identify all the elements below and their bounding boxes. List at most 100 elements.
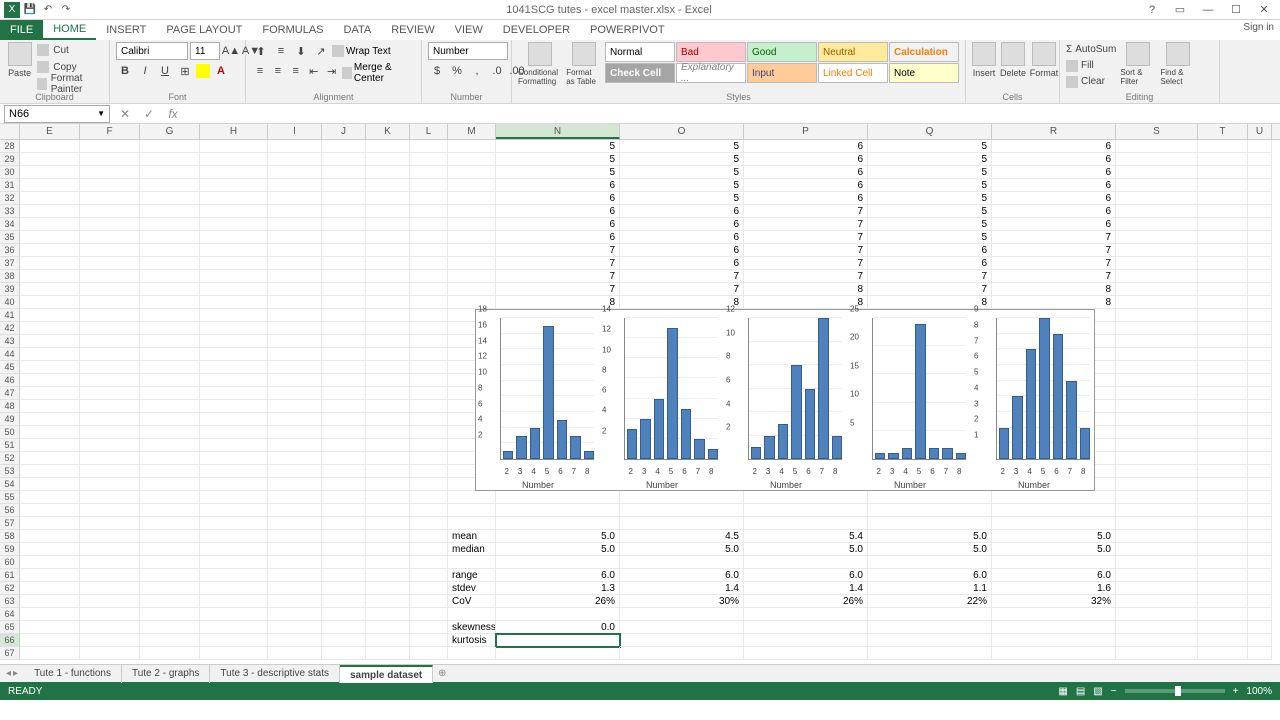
cell[interactable] — [20, 335, 80, 348]
cell[interactable] — [322, 283, 366, 296]
cell[interactable] — [140, 426, 200, 439]
cell[interactable] — [410, 491, 448, 504]
cell-styles-gallery[interactable]: NormalBadGoodNeutralCalculationCheck Cel… — [605, 42, 959, 83]
cell[interactable] — [268, 296, 322, 309]
cell[interactable] — [1248, 439, 1272, 452]
cell[interactable] — [200, 218, 268, 231]
cell[interactable] — [1248, 400, 1272, 413]
cell[interactable] — [1116, 621, 1198, 634]
cell[interactable] — [366, 413, 410, 426]
cell[interactable] — [366, 556, 410, 569]
col-header-L[interactable]: L — [410, 124, 448, 139]
cell[interactable] — [322, 530, 366, 543]
cell[interactable] — [366, 517, 410, 530]
indent-inc-icon[interactable]: ⇥ — [324, 62, 340, 80]
cell[interactable] — [322, 296, 366, 309]
cell[interactable] — [140, 621, 200, 634]
conditional-formatting-button[interactable]: Conditional Formatting — [518, 42, 562, 86]
cell[interactable] — [200, 283, 268, 296]
cell[interactable] — [200, 569, 268, 582]
cell[interactable] — [992, 634, 1116, 647]
cell[interactable] — [80, 491, 140, 504]
cell[interactable] — [366, 491, 410, 504]
ribbon-tab-home[interactable]: HOME — [43, 20, 96, 40]
cell[interactable] — [140, 543, 200, 556]
cell[interactable] — [992, 608, 1116, 621]
cell[interactable]: 6 — [992, 205, 1116, 218]
cell[interactable] — [322, 452, 366, 465]
cell[interactable] — [268, 426, 322, 439]
cell[interactable] — [322, 153, 366, 166]
cell[interactable] — [322, 322, 366, 335]
cell[interactable] — [80, 621, 140, 634]
cell[interactable] — [1116, 478, 1198, 491]
row-header[interactable]: 35 — [0, 231, 20, 244]
redo-icon[interactable]: ↷ — [58, 2, 74, 18]
style-bad[interactable]: Bad — [676, 42, 746, 62]
cell[interactable] — [200, 335, 268, 348]
cell[interactable] — [1248, 192, 1272, 205]
cell[interactable] — [496, 556, 620, 569]
cell[interactable] — [410, 530, 448, 543]
cell[interactable] — [140, 335, 200, 348]
cell[interactable] — [448, 179, 496, 192]
cell[interactable] — [448, 296, 496, 309]
cell[interactable] — [366, 582, 410, 595]
cell[interactable] — [80, 322, 140, 335]
cut-button[interactable]: Cut — [37, 42, 103, 58]
cell[interactable] — [1116, 309, 1198, 322]
cell[interactable] — [366, 569, 410, 582]
cell[interactable] — [268, 231, 322, 244]
cell[interactable]: 6 — [496, 231, 620, 244]
cell[interactable] — [322, 634, 366, 647]
cell[interactable] — [80, 244, 140, 257]
cell[interactable] — [410, 192, 448, 205]
cell[interactable] — [448, 517, 496, 530]
cell[interactable] — [448, 647, 496, 660]
cell[interactable] — [366, 257, 410, 270]
cell[interactable] — [366, 244, 410, 257]
row-header[interactable]: 56 — [0, 504, 20, 517]
cell[interactable] — [868, 608, 992, 621]
cell[interactable] — [200, 374, 268, 387]
row-header[interactable]: 61 — [0, 569, 20, 582]
cell[interactable] — [1248, 452, 1272, 465]
cell[interactable] — [268, 166, 322, 179]
row-header[interactable]: 63 — [0, 595, 20, 608]
align-center-icon[interactable]: ≡ — [270, 62, 286, 80]
cell[interactable] — [992, 647, 1116, 660]
col-header-O[interactable]: O — [620, 124, 744, 139]
row-header[interactable]: 52 — [0, 452, 20, 465]
cell[interactable] — [268, 192, 322, 205]
cell[interactable] — [200, 166, 268, 179]
ribbon-tab-view[interactable]: VIEW — [445, 20, 493, 40]
fx-icon[interactable]: fx — [164, 105, 182, 123]
cell[interactable] — [868, 517, 992, 530]
cell[interactable]: 6 — [496, 179, 620, 192]
cell[interactable] — [20, 322, 80, 335]
cell[interactable] — [1116, 413, 1198, 426]
cell[interactable]: 5 — [868, 218, 992, 231]
cell[interactable] — [20, 595, 80, 608]
cell[interactable]: 7 — [992, 244, 1116, 257]
cell[interactable]: 1.4 — [744, 582, 868, 595]
cell[interactable]: 7 — [744, 205, 868, 218]
cell[interactable] — [80, 400, 140, 413]
cell[interactable] — [20, 283, 80, 296]
cell[interactable] — [1248, 426, 1272, 439]
cell[interactable] — [1198, 361, 1248, 374]
cell[interactable] — [1248, 517, 1272, 530]
col-header-G[interactable]: G — [140, 124, 200, 139]
cell[interactable] — [410, 439, 448, 452]
cell[interactable] — [1248, 387, 1272, 400]
cell[interactable] — [620, 556, 744, 569]
cell[interactable] — [268, 387, 322, 400]
cell[interactable] — [366, 439, 410, 452]
row-header[interactable]: 67 — [0, 647, 20, 660]
help-icon[interactable]: ? — [1140, 2, 1164, 18]
cell[interactable] — [1116, 348, 1198, 361]
cell[interactable] — [322, 166, 366, 179]
cell[interactable] — [410, 634, 448, 647]
cell[interactable] — [140, 595, 200, 608]
cell[interactable] — [268, 465, 322, 478]
